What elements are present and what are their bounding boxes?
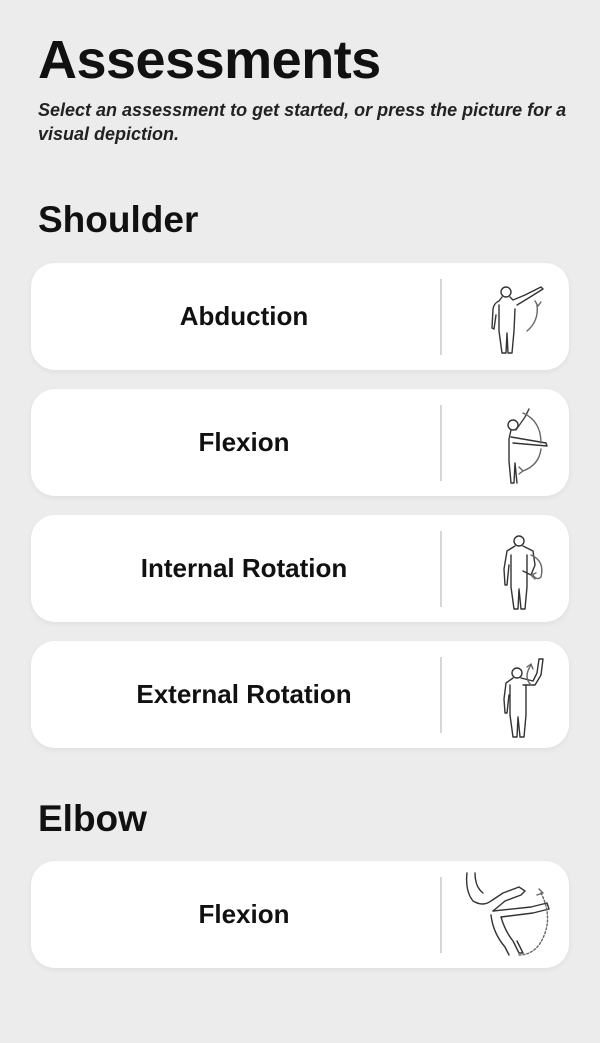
shoulder-abduction-figure-icon[interactable] — [461, 273, 556, 360]
divider — [440, 279, 442, 355]
divider — [440, 405, 442, 481]
assessment-card-internal-rotation[interactable]: Internal Rotation — [31, 515, 569, 622]
assessment-card-elbow-flexion[interactable]: Flexion — [31, 861, 569, 968]
divider — [440, 531, 442, 607]
external-rotation-figure-icon[interactable] — [461, 651, 556, 738]
section-header-elbow: Elbow — [38, 798, 147, 839]
assessment-label: Internal Rotation — [140, 553, 348, 583]
assessment-label: Flexion — [198, 899, 290, 929]
divider — [440, 657, 442, 733]
internal-rotation-figure-icon[interactable] — [461, 525, 556, 612]
assessment-card-external-rotation[interactable]: External Rotation — [31, 641, 569, 748]
assessment-label: External Rotation — [136, 679, 352, 709]
divider — [440, 877, 442, 953]
assessment-card-shoulder-abduction[interactable]: Abduction — [31, 263, 569, 370]
section-header-shoulder: Shoulder — [38, 199, 199, 240]
assessment-label: Abduction — [179, 301, 309, 331]
page-title: Assessments — [38, 30, 381, 90]
assessment-card-shoulder-flexion[interactable]: Flexion — [31, 389, 569, 496]
assessment-label: Flexion — [198, 427, 290, 457]
elbow-flexion-figure-icon[interactable] — [461, 871, 556, 958]
shoulder-flexion-figure-icon[interactable] — [461, 399, 556, 486]
assessments-screen: Assessments Select an assessment to get … — [0, 0, 600, 1043]
page-subtitle: Select an assessment to get started, or … — [38, 100, 567, 144]
